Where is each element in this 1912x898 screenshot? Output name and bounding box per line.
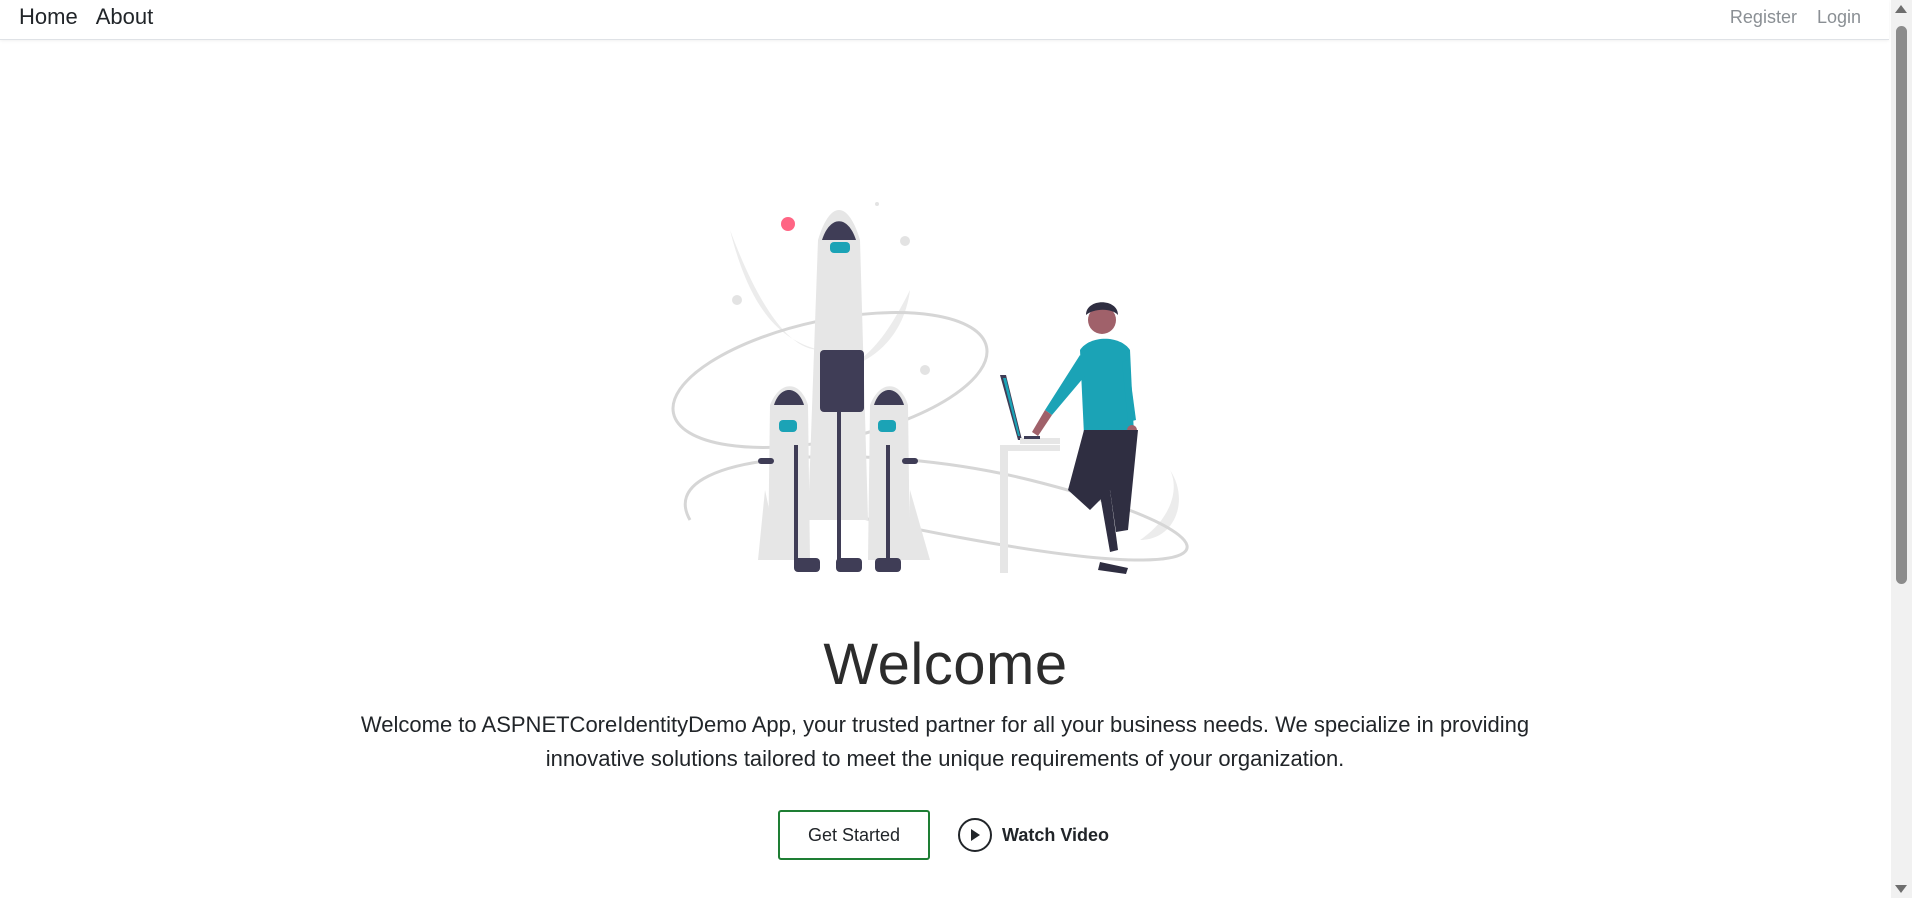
right-booster-strut (886, 445, 890, 565)
left-booster-window (779, 420, 797, 432)
gray-dot-1 (900, 236, 910, 246)
rocket-foot-center (836, 558, 862, 572)
top-navbar: Home About Register Login (0, 0, 1889, 40)
nav-home-link[interactable]: Home (19, 4, 78, 30)
right-fin (902, 458, 918, 464)
vertical-scrollbar[interactable] (1891, 0, 1912, 898)
nav-about-link[interactable]: About (96, 4, 154, 30)
person-legs (1068, 430, 1138, 532)
get-started-button[interactable]: Get Started (778, 810, 930, 860)
desk-leg (1000, 445, 1008, 573)
watch-video-button[interactable]: Watch Video (958, 818, 1109, 852)
rocket-foot-left (794, 558, 820, 572)
page-viewport: Home About Register Login Welcome Welcom… (0, 0, 1892, 898)
main-rocket-dark-panel (820, 350, 864, 412)
play-circle-icon (958, 818, 992, 852)
laptop-keys (1024, 436, 1040, 439)
hero-actions: Get Started Watch Video (778, 810, 1109, 860)
gray-dot-small (875, 202, 879, 206)
gray-dot-2 (732, 295, 742, 305)
hero-title: Welcome (823, 632, 1068, 697)
red-dot (781, 217, 795, 231)
play-triangle-icon (971, 829, 980, 841)
person-shoe (1098, 562, 1128, 574)
nav-login-link[interactable]: Login (1817, 7, 1861, 27)
left-booster-strut (794, 445, 798, 565)
laptop-screen-face (1003, 378, 1020, 436)
rocket-foot-right (875, 558, 901, 572)
watch-video-label: Watch Video (1002, 824, 1110, 845)
desk-top (1000, 445, 1060, 451)
gray-dot-3 (920, 365, 930, 375)
right-booster-window (878, 420, 896, 432)
person-forearm (1032, 410, 1052, 436)
scroll-down-arrow-icon[interactable] (1895, 885, 1907, 893)
nav-left-links: Home About (19, 4, 153, 30)
scroll-thumb[interactable] (1896, 26, 1907, 584)
nav-register-link[interactable]: Register (1730, 7, 1797, 27)
main-rocket-window (830, 242, 850, 253)
scroll-up-arrow-icon[interactable] (1895, 5, 1907, 13)
hero-description: Welcome to ASPNETCoreIdentityDemo App, y… (360, 712, 1530, 771)
nav-right-links: Register Login (1730, 7, 1861, 27)
right-base-plume (908, 490, 930, 560)
main-rocket-strut (837, 412, 841, 562)
left-fin (758, 458, 774, 464)
hero-illustration (671, 202, 1189, 574)
